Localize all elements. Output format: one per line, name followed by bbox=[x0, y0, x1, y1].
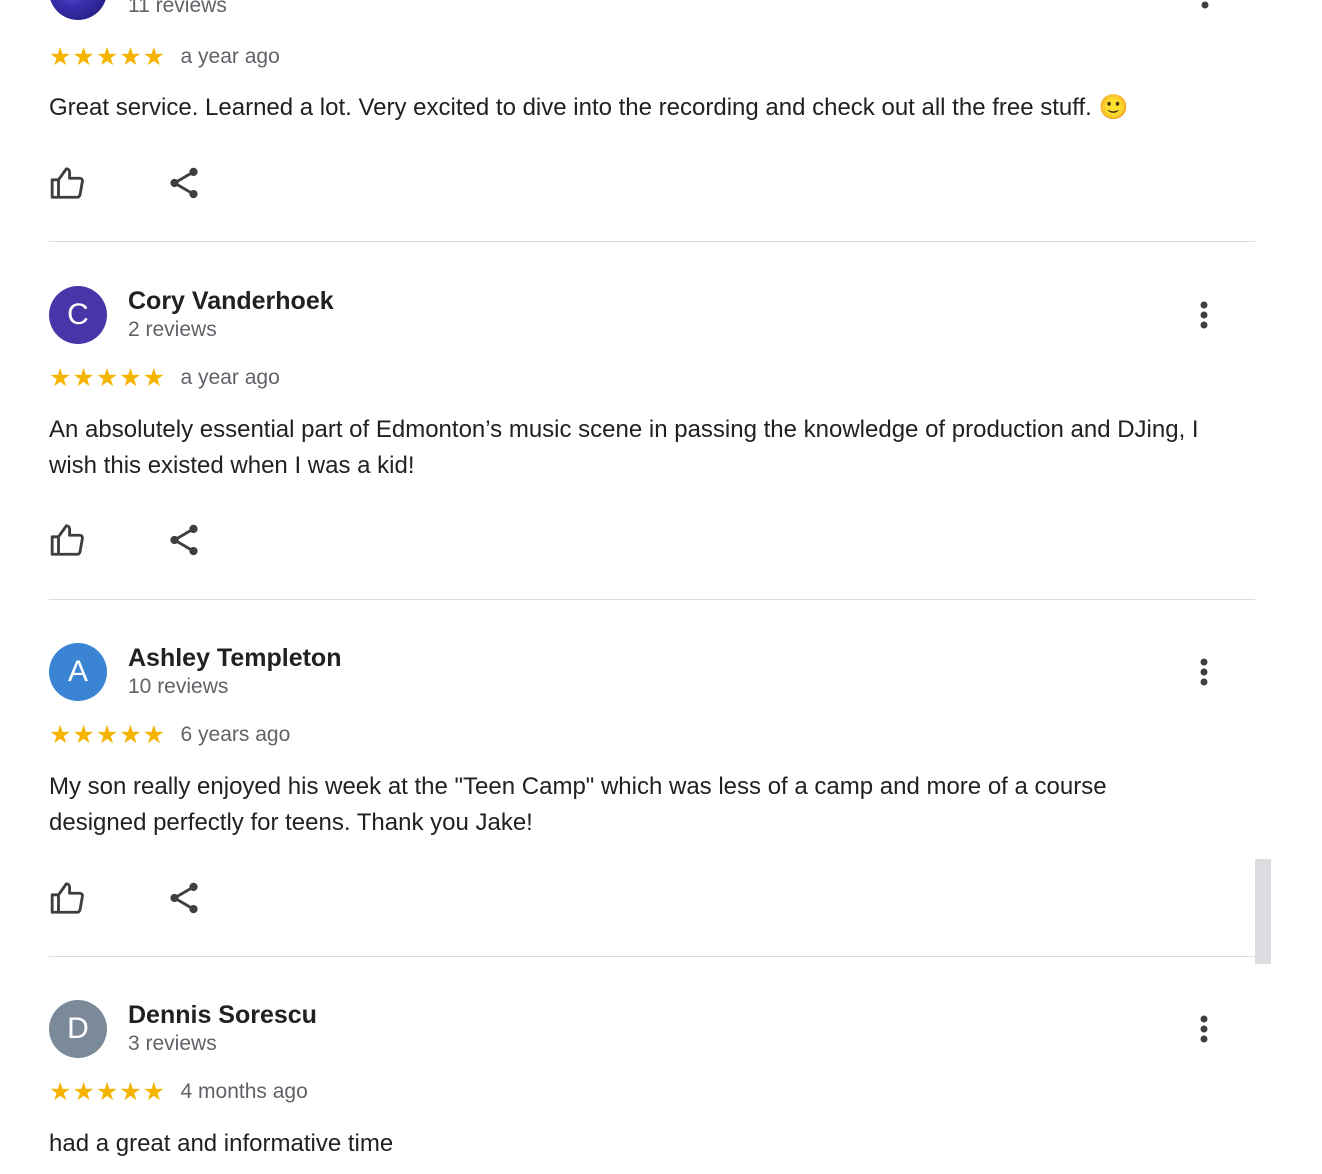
review-actions bbox=[49, 164, 249, 204]
review-divider bbox=[49, 241, 1255, 242]
more-options-icon[interactable] bbox=[1190, 0, 1220, 20]
reviews-page: 11 reviews ★★★★★ a year ago Great servic… bbox=[0, 0, 1322, 1174]
scrollbar-thumb[interactable] bbox=[1255, 859, 1271, 964]
review-card: A Ashley Templeton 10 reviews ★★★★★ 6 ye… bbox=[49, 643, 1255, 914]
rating-row: ★★★★★ a year ago bbox=[49, 42, 280, 71]
review-text: had a great and informative time bbox=[49, 1130, 394, 1157]
share-icon[interactable] bbox=[165, 521, 203, 559]
review-date: 6 years ago bbox=[180, 722, 291, 746]
star-rating: ★★★★★ bbox=[49, 363, 167, 392]
share-icon[interactable] bbox=[165, 164, 203, 202]
star-rating: ★★★★★ bbox=[49, 1077, 167, 1106]
review-card: D Dennis Sorescu 3 reviews ★★★★★ 4 month… bbox=[49, 1000, 1255, 1157]
reviewer-name[interactable]: Ashley Templeton bbox=[128, 644, 341, 673]
rating-row: ★★★★★ 4 months ago bbox=[49, 1077, 308, 1106]
review-text: Great service. Learned a lot. Very excit… bbox=[49, 94, 1129, 121]
share-icon[interactable] bbox=[165, 879, 203, 917]
rating-row: ★★★★★ 6 years ago bbox=[49, 720, 291, 749]
review-text: My son really enjoyed his week at the "T… bbox=[49, 773, 1107, 836]
review-count: 11 reviews bbox=[128, 0, 227, 17]
reviewer-avatar[interactable]: A bbox=[49, 643, 107, 701]
review-header: D Dennis Sorescu 3 reviews bbox=[49, 1000, 1255, 1058]
reviewer-avatar[interactable]: C bbox=[49, 286, 107, 344]
review-divider bbox=[49, 956, 1255, 957]
more-options-icon[interactable] bbox=[1189, 1014, 1219, 1044]
review-header: A Ashley Templeton 10 reviews bbox=[49, 643, 1255, 701]
review-text: An absolutely essential part of Edmonton… bbox=[49, 416, 1199, 479]
reviewer-avatar[interactable]: D bbox=[49, 1000, 107, 1058]
review-date: 4 months ago bbox=[180, 1079, 308, 1103]
review-header: C Cory Vanderhoek 2 reviews bbox=[49, 286, 1255, 344]
more-options-icon[interactable] bbox=[1189, 657, 1219, 687]
review-date: a year ago bbox=[180, 365, 280, 389]
thumbs-up-icon[interactable] bbox=[49, 879, 87, 917]
review-divider bbox=[49, 599, 1255, 600]
rating-row: ★★★★★ a year ago bbox=[49, 363, 280, 392]
review-actions bbox=[49, 879, 249, 919]
star-rating: ★★★★★ bbox=[49, 720, 167, 749]
review-actions bbox=[49, 521, 249, 561]
more-options-icon[interactable] bbox=[1189, 300, 1219, 330]
reviewer-name[interactable]: Dennis Sorescu bbox=[128, 1001, 317, 1030]
reviewer-avatar[interactable] bbox=[49, 0, 107, 20]
review-count: 10 reviews bbox=[128, 675, 229, 698]
review-date: a year ago bbox=[180, 44, 280, 68]
reviewer-name[interactable]: Cory Vanderhoek bbox=[128, 287, 334, 316]
review-card: C Cory Vanderhoek 2 reviews ★★★★★ a year… bbox=[49, 286, 1255, 556]
star-rating: ★★★★★ bbox=[49, 42, 167, 71]
thumbs-up-icon[interactable] bbox=[49, 164, 87, 202]
review-count: 3 reviews bbox=[128, 1032, 217, 1055]
thumbs-up-icon[interactable] bbox=[49, 521, 87, 559]
review-count: 2 reviews bbox=[128, 318, 217, 341]
